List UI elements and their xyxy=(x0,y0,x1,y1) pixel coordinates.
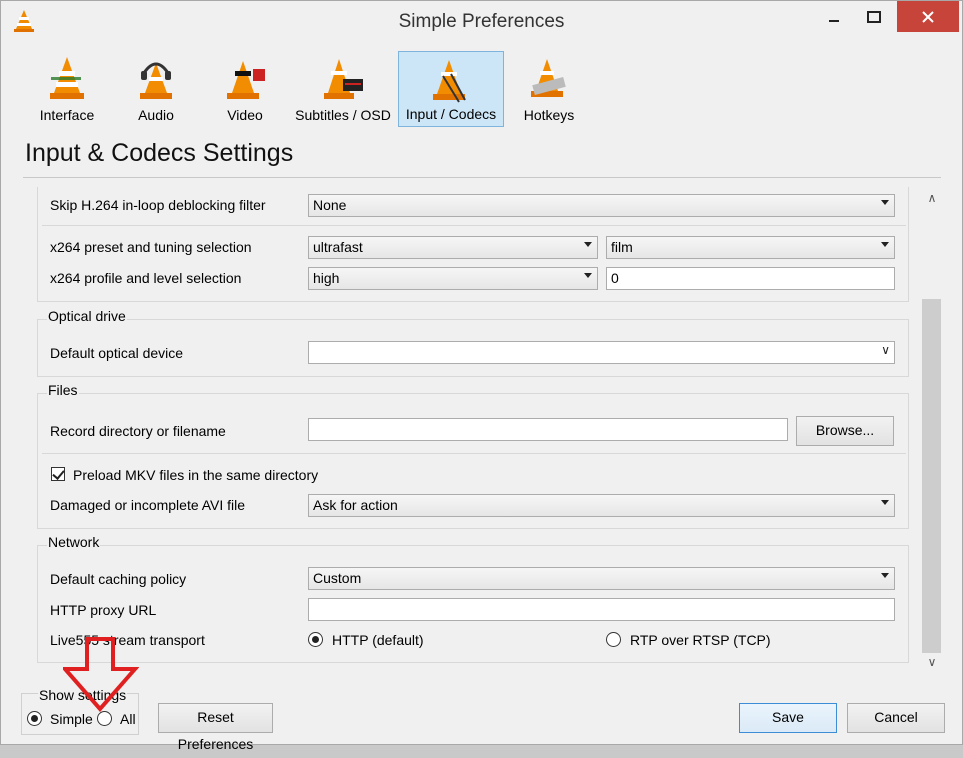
all-label: All xyxy=(120,711,136,727)
preferences-window: Simple Preferences Interface Audio Video… xyxy=(0,0,963,752)
input-codecs-cone-icon xyxy=(433,60,466,103)
optical-device-combo[interactable]: ∨ xyxy=(308,341,895,364)
optical-device-label: Default optical device xyxy=(50,345,184,361)
caching-label: Default caching policy xyxy=(50,571,187,587)
chevron-down-icon: ∨ xyxy=(881,343,890,357)
dropdown-arrow-icon xyxy=(584,273,592,278)
reset-preferences-label: Reset Preferences xyxy=(177,709,254,752)
minimize-icon xyxy=(829,19,839,22)
scroll-up-icon[interactable]: ∧ xyxy=(921,187,943,209)
x264-profile-combo[interactable]: high xyxy=(308,267,598,290)
all-radio[interactable] xyxy=(97,711,112,726)
settings-scroll-area: Skip H.264 in-loop deblocking filter Non… xyxy=(23,187,943,677)
audio-headphones-cone-icon xyxy=(140,62,172,99)
x264-preset-label: x264 preset and tuning selection xyxy=(50,239,252,255)
title-divider xyxy=(23,177,941,178)
dropdown-arrow-icon xyxy=(881,242,889,247)
skip-h264-value: None xyxy=(313,197,347,213)
tab-audio[interactable]: Audio xyxy=(117,51,195,127)
section-title: Input & Codecs Settings xyxy=(25,139,294,167)
maximize-button[interactable] xyxy=(859,1,889,32)
x264-tuning-value: film xyxy=(611,239,633,255)
scroll-down-icon[interactable]: ∨ xyxy=(921,651,943,673)
reset-preferences-button[interactable]: Reset Preferences xyxy=(158,703,273,752)
hotkeys-cone-icon xyxy=(531,59,566,97)
proxy-field[interactable] xyxy=(308,598,895,621)
caching-value: Custom xyxy=(313,570,362,586)
x264-preset-combo[interactable]: ultrafast xyxy=(308,236,598,259)
transport-rtp-label: RTP over RTSP (TCP) xyxy=(630,632,771,648)
dropdown-arrow-icon xyxy=(584,242,592,247)
transport-http-radio[interactable] xyxy=(308,632,323,647)
caching-combo[interactable]: Custom xyxy=(308,567,895,590)
x264-profile-label: x264 profile and level selection xyxy=(50,270,242,286)
dropdown-arrow-icon xyxy=(881,500,889,505)
files-divider xyxy=(42,453,906,454)
dropdown-arrow-icon xyxy=(881,573,889,578)
network-group-title: Network xyxy=(47,534,101,550)
transport-http-label: HTTP (default) xyxy=(332,632,424,648)
tab-subtitles-osd[interactable]: Subtitles / OSD xyxy=(291,51,395,127)
files-group: Files Record directory or filename Brows… xyxy=(37,382,909,529)
preload-mkv-label: Preload MKV files in the same directory xyxy=(73,467,319,483)
tab-hotkeys[interactable]: Hotkeys xyxy=(511,51,587,127)
tab-video-label: Video xyxy=(227,107,263,123)
x264-level-value: 0 xyxy=(611,270,619,286)
tab-hotkeys-label: Hotkeys xyxy=(523,107,575,123)
save-button[interactable]: Save xyxy=(739,703,837,733)
close-button[interactable] xyxy=(897,1,959,32)
simple-radio[interactable] xyxy=(27,711,42,726)
transport-rtp-radio[interactable] xyxy=(606,632,621,647)
annotation-arrow-icon xyxy=(63,637,139,713)
window-title: Simple Preferences xyxy=(398,11,565,32)
title-bar: Simple Preferences xyxy=(1,1,962,43)
tab-interface-label: Interface xyxy=(39,107,95,123)
simple-label: Simple xyxy=(50,711,93,727)
x264-tuning-combo[interactable]: film xyxy=(606,236,895,259)
tab-subtitles-label: Subtitles / OSD xyxy=(295,107,391,123)
maximize-icon xyxy=(867,10,881,23)
settings-scrollbar[interactable]: ∧ ∨ xyxy=(921,187,943,677)
interface-cone-icon xyxy=(50,57,84,99)
video-cone-icon xyxy=(227,61,265,99)
network-group: Network Default caching policy Custom HT… xyxy=(37,534,909,663)
codecs-group: Skip H.264 in-loop deblocking filter Non… xyxy=(37,187,909,302)
tab-audio-label: Audio xyxy=(138,107,174,123)
x264-profile-value: high xyxy=(313,270,340,286)
tab-input-codecs-label: Input / Codecs xyxy=(405,106,497,122)
optical-drive-group: Optical drive Default optical device ∨ xyxy=(37,308,909,377)
skip-h264-combo[interactable]: None xyxy=(308,194,895,217)
close-icon xyxy=(922,10,934,23)
browse-button[interactable]: Browse... xyxy=(796,416,894,446)
subtitles-cone-icon xyxy=(324,59,363,99)
scroll-thumb[interactable] xyxy=(922,299,941,653)
preload-mkv-checkbox[interactable] xyxy=(51,467,65,481)
x264-preset-value: ultrafast xyxy=(313,239,363,255)
avi-value: Ask for action xyxy=(313,497,398,513)
skip-h264-label: Skip H.264 in-loop deblocking filter xyxy=(50,197,266,213)
record-label: Record directory or filename xyxy=(50,423,226,439)
x264-level-field[interactable]: 0 xyxy=(606,267,895,290)
tab-video[interactable]: Video xyxy=(205,51,285,127)
dropdown-arrow-icon xyxy=(881,200,889,205)
cancel-button[interactable]: Cancel xyxy=(847,703,945,733)
files-group-title: Files xyxy=(47,382,79,398)
avi-combo[interactable]: Ask for action xyxy=(308,494,895,517)
tab-interface[interactable]: Interface xyxy=(25,51,109,127)
proxy-label: HTTP proxy URL xyxy=(50,602,157,618)
tab-input-codecs[interactable]: Input / Codecs xyxy=(398,51,504,127)
minimize-button[interactable] xyxy=(819,1,849,32)
avi-label: Damaged or incomplete AVI file xyxy=(50,497,246,513)
record-path-field[interactable] xyxy=(308,418,788,441)
codecs-divider xyxy=(42,225,906,226)
optical-group-title: Optical drive xyxy=(47,308,127,324)
